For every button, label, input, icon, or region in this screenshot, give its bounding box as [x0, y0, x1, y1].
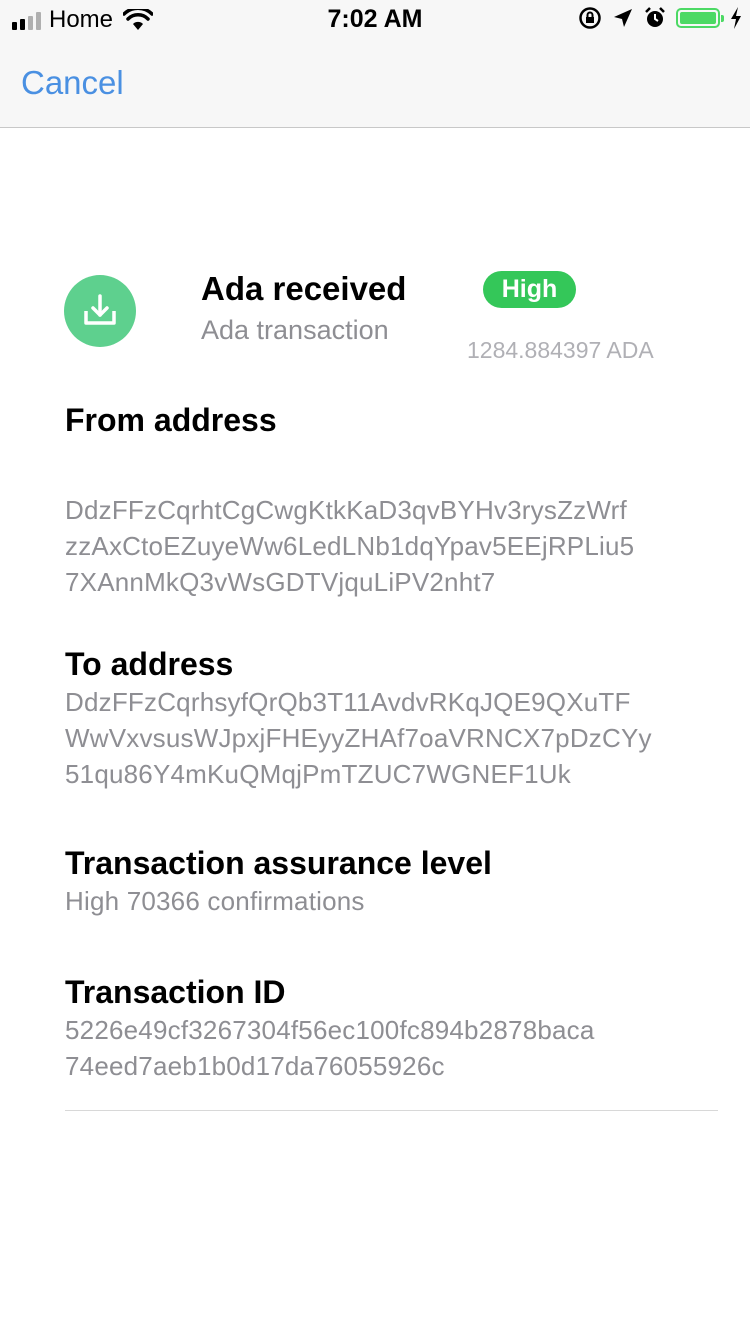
alarm-icon: [645, 7, 665, 27]
assurance-badge: High: [483, 271, 576, 308]
to-address-label: To address: [65, 646, 234, 682]
navigation-bar: Cancel: [0, 40, 750, 128]
transaction-id-line: 5226e49cf3267304f56ec100fc894b2878baca: [65, 1015, 595, 1045]
transaction-amount: 1284.884397 ADA: [467, 337, 654, 363]
download-icon: [64, 275, 136, 347]
battery-icon: [676, 8, 724, 28]
from-address-line: 7XAnnMkQ3vWsGDTVjquLiPV2nht7: [65, 567, 496, 597]
from-address-line: zzAxCtoEZuyeWw6LedLNb1dqYpav5EEjRPLiu5: [65, 531, 635, 561]
transaction-title: Ada received: [201, 270, 407, 307]
location-arrow-icon: [614, 9, 632, 27]
status-right: [578, 6, 742, 30]
to-address-line: DdzFFzCqrhsyfQrQb3T11AvdvRKqJQE9QXuTF: [65, 687, 631, 717]
orientation-lock-icon: [579, 7, 601, 29]
assurance-value: High 70366 confirmations: [65, 886, 365, 916]
to-address-line: 51qu86Y4mKuQMqjPmTZUC7WGNEF1Uk: [65, 759, 571, 789]
from-address-line: DdzFFzCqrhtCgCwgKtkKaD3qvBYHv3rysZzWrf: [65, 495, 627, 525]
transaction-id-line: 74eed7aeb1b0d17da76055926c: [65, 1051, 445, 1081]
to-address-line: WwVxvsusWJpxjFHEyyZHAf7oaVRNCX7pDzCYy: [65, 723, 652, 753]
charging-bolt-icon: [731, 7, 741, 29]
status-bar: Home 7:02 AM: [0, 0, 750, 40]
divider: [65, 1110, 718, 1111]
assurance-section: Transaction assurance level High 70366 c…: [65, 843, 705, 919]
cancel-button[interactable]: Cancel: [21, 64, 124, 102]
from-address-label: From address: [65, 402, 277, 438]
transaction-id-section: Transaction ID 5226e49cf3267304f56ec100f…: [65, 972, 705, 1084]
to-address-section: To address DdzFFzCqrhsyfQrQb3T11AvdvRKqJ…: [65, 644, 705, 792]
transaction-subtitle: Ada transaction: [201, 315, 389, 345]
transaction-id-label: Transaction ID: [65, 974, 286, 1010]
assurance-label: Transaction assurance level: [65, 845, 492, 881]
from-address-section: From address DdzFFzCqrhtCgCwgKtkKaD3qvBY…: [65, 400, 705, 600]
